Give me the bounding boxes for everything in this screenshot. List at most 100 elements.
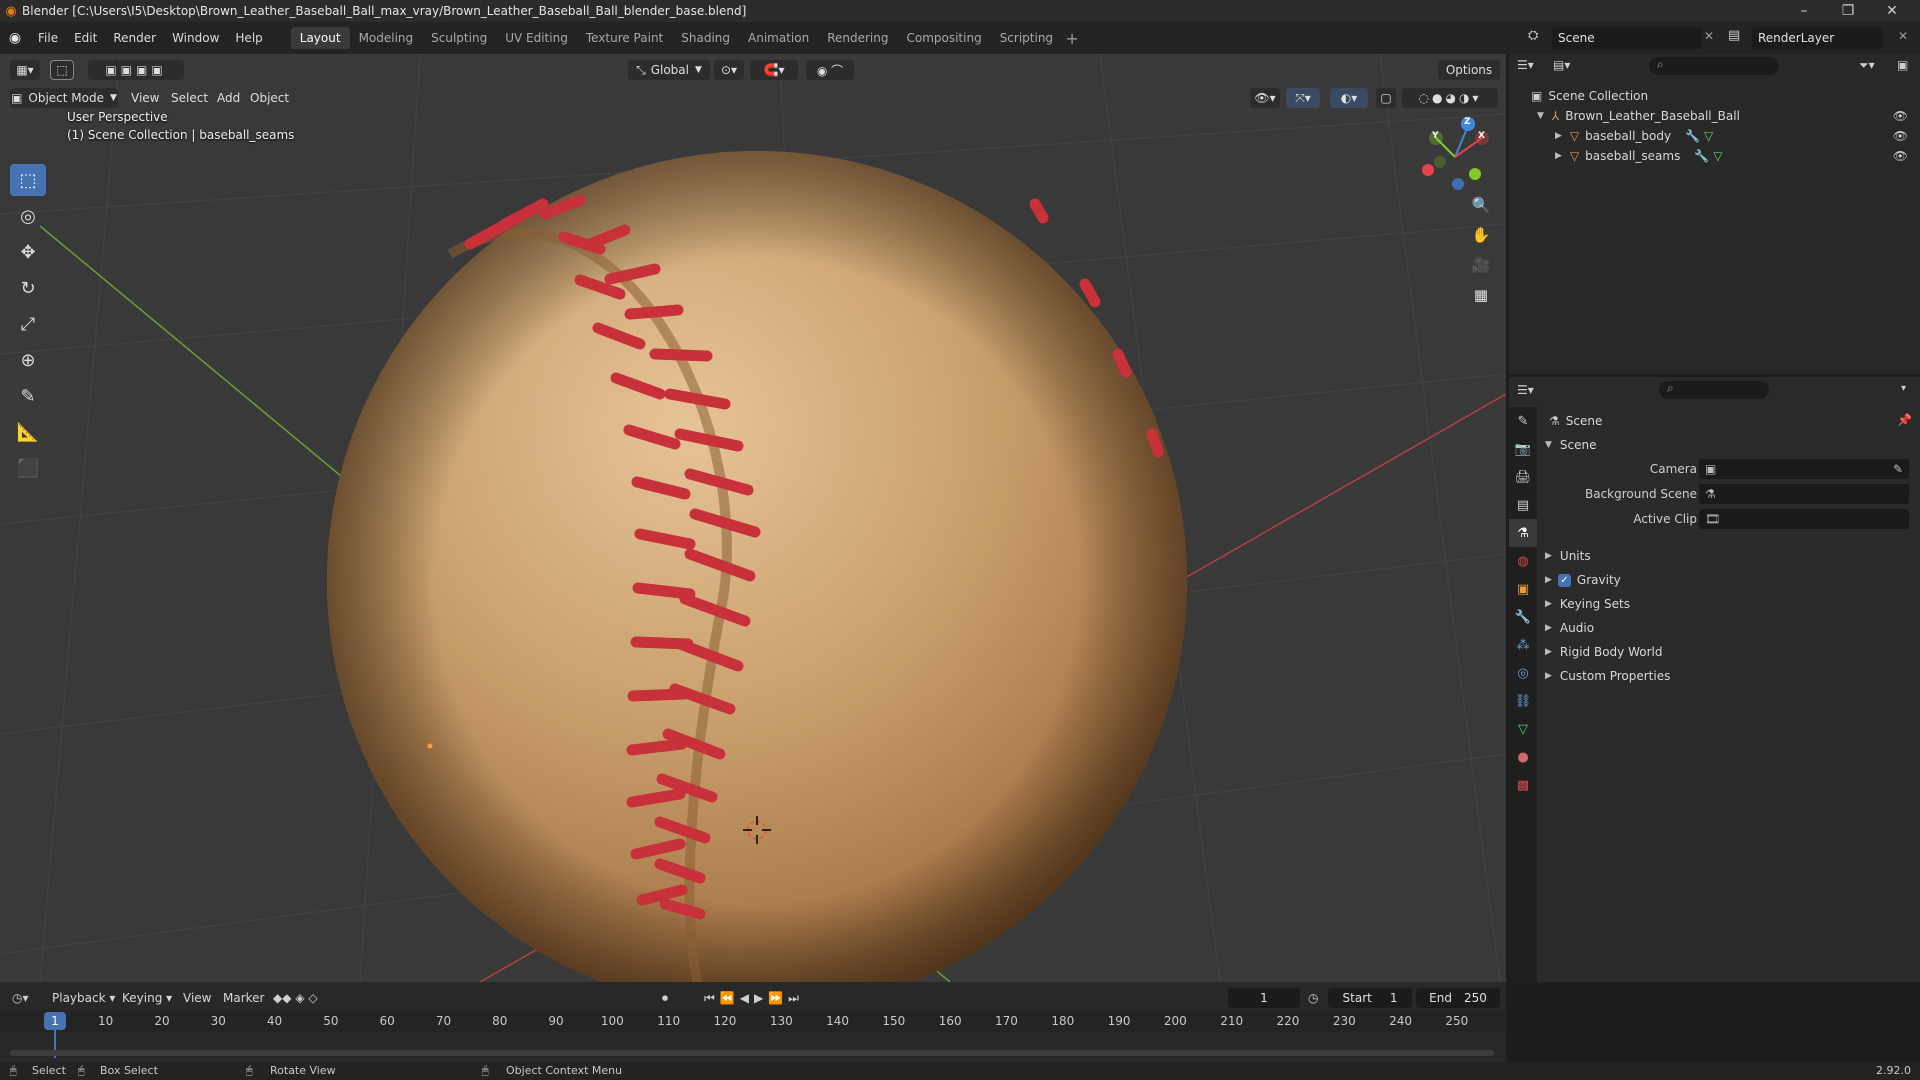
zoom-icon[interactable]: 🔍 xyxy=(1467,191,1495,219)
annotate-tool-icon[interactable]: ✎ xyxy=(10,380,46,412)
tab-texture-paint[interactable]: Texture Paint xyxy=(577,27,672,49)
cursor-tool-icon[interactable]: ◎ xyxy=(10,200,46,232)
timeline-menu-marker[interactable]: Marker xyxy=(223,988,264,1008)
object-tab-icon[interactable]: ▣ xyxy=(1509,575,1537,603)
expand-arrow-icon[interactable]: ▶ xyxy=(1555,151,1562,161)
display-mode-icon[interactable]: ▤▾ xyxy=(1553,58,1570,72)
render-layer-field[interactable]: RenderLayer xyxy=(1752,27,1882,49)
filter-icon[interactable]: ⏷▾ xyxy=(1859,58,1875,73)
viewport-scene[interactable] xyxy=(0,54,1506,982)
blender-menu-icon[interactable]: ◉ xyxy=(0,30,30,46)
view-layer-icon[interactable]: ▤ xyxy=(1728,28,1740,43)
outliner-object-row[interactable]: ▶ ▽ baseball_body 🔧 ▽ 👁 xyxy=(1509,126,1920,146)
maximize-button[interactable]: ❐ xyxy=(1828,0,1868,22)
particles-tab-icon[interactable]: ⁂ xyxy=(1509,631,1537,659)
custom-properties-panel-header[interactable]: ▶ Custom Properties xyxy=(1545,665,1670,687)
playback-controls-icon[interactable]: ⏮⏪◀▶⏩⏭ xyxy=(704,988,804,1008)
scene-tab-icon[interactable]: ⚗ xyxy=(1509,519,1537,547)
gravity-checkbox[interactable]: ✓ xyxy=(1557,573,1571,587)
tab-uv-editing[interactable]: UV Editing xyxy=(496,27,577,49)
menu-help[interactable]: Help xyxy=(227,27,270,49)
menu-window[interactable]: Window xyxy=(164,27,227,49)
outliner-panel[interactable]: ☰▾ ▤▾ ⌕ ⏷▾ ▣ ▣ Scene Collection ▼ ⅄ Brow… xyxy=(1509,54,1920,374)
navigation-gizmo[interactable]: Z X Y xyxy=(1420,112,1500,192)
current-frame-field[interactable]: 1 xyxy=(1228,988,1300,1008)
menu-edit[interactable]: Edit xyxy=(66,27,105,49)
viewport-menu-add[interactable]: Add xyxy=(217,88,240,108)
active-clip-field[interactable]: 🎞 xyxy=(1699,509,1909,529)
scene-panel-header[interactable]: ▼ Scene xyxy=(1545,434,1597,456)
properties-editor-icon[interactable]: ☰▾ xyxy=(1517,383,1534,397)
timeline-menu-keying[interactable]: Keying ▾ xyxy=(122,988,172,1008)
keying-sets-panel-header[interactable]: ▶ Keying Sets xyxy=(1545,593,1630,615)
viewport-menu-select[interactable]: Select xyxy=(171,88,208,108)
minimize-button[interactable]: – xyxy=(1784,0,1824,22)
timeline-menu-view[interactable]: View xyxy=(183,988,211,1008)
texture-tab-icon[interactable]: ▩ xyxy=(1509,771,1537,799)
select-box-tool-icon[interactable]: ⬚ xyxy=(10,164,46,196)
tab-modeling[interactable]: Modeling xyxy=(350,27,423,49)
tab-compositing[interactable]: Compositing xyxy=(897,27,990,49)
move-tool-icon[interactable]: ✥ xyxy=(10,236,46,268)
properties-search-input[interactable]: ⌕ xyxy=(1659,381,1769,399)
scene-name-field[interactable]: Scene xyxy=(1552,27,1702,49)
shading-modes-icon[interactable]: ◌●◕◑▾ xyxy=(1402,88,1498,108)
output-tab-icon[interactable]: 🖨 xyxy=(1509,463,1537,491)
close-button[interactable]: ✕ xyxy=(1872,0,1912,22)
visibility-eye-icon[interactable]: 👁 xyxy=(1893,149,1908,163)
scene-delete-icon[interactable]: ✕ xyxy=(1704,29,1714,43)
transform-tool-icon[interactable]: ⊕ xyxy=(10,344,46,376)
audio-panel-header[interactable]: ▶ Audio xyxy=(1545,617,1594,639)
tab-layout[interactable]: Layout xyxy=(290,27,350,49)
physics-tab-icon[interactable]: ◎ xyxy=(1509,659,1537,687)
scale-tool-icon[interactable]: ⤢ xyxy=(10,308,46,340)
overlay-toggle-icon[interactable]: ◐▾ xyxy=(1330,88,1368,108)
tab-rendering[interactable]: Rendering xyxy=(818,27,897,49)
material-tab-icon[interactable]: ● xyxy=(1509,743,1537,771)
visibility-eye-icon[interactable]: 👁 xyxy=(1893,109,1908,123)
menu-file[interactable]: File xyxy=(30,27,66,49)
tab-scripting[interactable]: Scripting xyxy=(991,27,1062,49)
modifier-tab-icon[interactable]: 🔧 xyxy=(1509,603,1537,631)
tab-sculpting[interactable]: Sculpting xyxy=(422,27,496,49)
units-panel-header[interactable]: ▶ Units xyxy=(1545,545,1591,567)
ortho-grid-icon[interactable]: ▦ xyxy=(1467,281,1495,309)
render-layer-delete-icon[interactable]: ✕ xyxy=(1898,29,1908,43)
start-frame-field[interactable]: Start 1 xyxy=(1328,988,1412,1008)
visibility-eye-icon[interactable]: 👁 xyxy=(1893,129,1908,143)
pivot-point-icon[interactable]: ⊙▾ xyxy=(714,60,744,80)
options-button[interactable]: Options xyxy=(1438,60,1500,80)
end-frame-field[interactable]: End 250 xyxy=(1416,988,1500,1008)
snap-icon[interactable]: 🧲▾ xyxy=(750,60,798,80)
outliner-editor-icon[interactable]: ☰▾ xyxy=(1517,58,1534,72)
outliner-collection-row[interactable]: ▼ ⅄ Brown_Leather_Baseball_Ball 👁 xyxy=(1509,106,1920,126)
data-tab-icon[interactable]: ▽ xyxy=(1509,715,1537,743)
tool-tab-icon[interactable]: ✎ xyxy=(1509,407,1537,435)
chevron-down-icon[interactable]: ▾ xyxy=(1901,383,1906,394)
constraints-tab-icon[interactable]: ⛓ xyxy=(1509,687,1537,715)
eyedropper-icon[interactable]: ✎ xyxy=(1893,462,1903,476)
outliner-search-input[interactable]: ⌕ xyxy=(1649,57,1779,75)
pin-icon[interactable]: 📌 xyxy=(1897,413,1912,427)
gravity-panel-header[interactable]: ▶ ✓ Gravity xyxy=(1545,569,1621,591)
rigid-body-world-panel-header[interactable]: ▶ Rigid Body World xyxy=(1545,641,1662,663)
outliner-scene-collection[interactable]: ▣ Scene Collection xyxy=(1509,86,1920,106)
selection-modes-icon[interactable]: ▣▣▣▣ xyxy=(88,60,184,80)
background-scene-field[interactable]: ⚗ xyxy=(1699,484,1909,504)
scene-selector-icon[interactable]: ⛭ xyxy=(1528,28,1538,43)
camera-view-icon[interactable]: 🎥 xyxy=(1467,251,1495,279)
timeline-scrollbar[interactable] xyxy=(10,1050,1494,1056)
rotate-tool-icon[interactable]: ↻ xyxy=(10,272,46,304)
world-tab-icon[interactable]: ◍ xyxy=(1509,547,1537,575)
menu-render[interactable]: Render xyxy=(105,27,164,49)
view-layer-tab-icon[interactable]: ▤ xyxy=(1509,491,1537,519)
3d-viewport[interactable]: ▦▾ ⬚ ▣▣▣▣ ⤡ Global ▼ ⊙▾ 🧲▾ ◉ ⌒ Options ▣… xyxy=(0,54,1506,982)
timeline-editor-icon[interactable]: ◷▾ xyxy=(12,988,29,1008)
tab-animation[interactable]: Animation xyxy=(739,27,818,49)
record-icon[interactable]: ⏺ xyxy=(662,988,668,1008)
xray-toggle-icon[interactable]: ▢ xyxy=(1376,88,1396,108)
viewport-menu-object[interactable]: Object xyxy=(250,88,289,108)
tab-shading[interactable]: Shading xyxy=(672,27,739,49)
expand-arrow-icon[interactable]: ▼ xyxy=(1537,111,1544,121)
keyframe-nav-icon[interactable]: ◆◆ ◈ ◇ xyxy=(273,988,318,1008)
